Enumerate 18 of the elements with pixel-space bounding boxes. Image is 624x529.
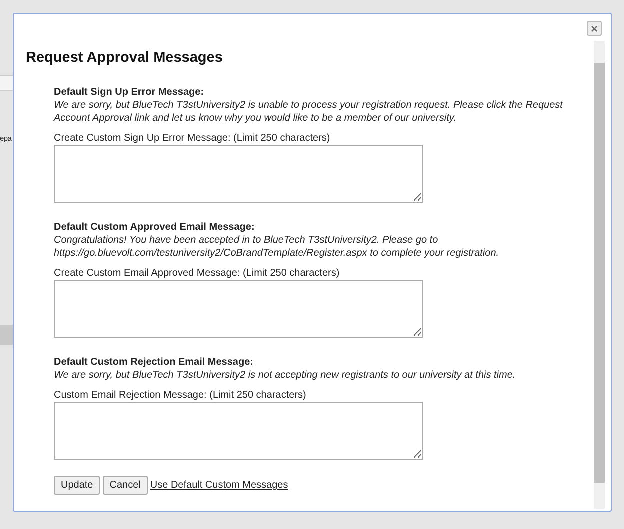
field-label: Create Custom Sign Up Error Message: (Limit 250 characters)	[54, 132, 332, 145]
dialog-title: Request Approval Messages	[26, 49, 224, 68]
default-message: We are sorry, but BlueTech T3stUniversity2 is not accepting new registrants to our university at this time.	[54, 368, 517, 382]
message-field[interactable]	[54, 280, 423, 338]
background-panel	[0, 325, 13, 345]
section-heading: Default Custom Approved Email Message:	[54, 220, 256, 234]
section-heading: Default Custom Rejection Email Message:	[54, 356, 254, 369]
default-message: We are sorry, but BlueTech T3stUniversity2 is unable to process your registration request. Please click the Request Account Approval link and let us know why you would like to be a member of our university.	[54, 98, 564, 125]
default-messages-link[interactable]: Use Default Custom Messages	[150, 478, 288, 493]
message-field[interactable]	[54, 144, 423, 203]
close-button[interactable]: ×	[587, 21, 602, 36]
field-label: Create Custom Email Approved Message: (Limit 250 characters)	[54, 266, 341, 280]
default-message: Congratulations! You have been accepted in to BlueTech T3stUniversity2. Please go to https://go.bluevolt.com/testuniversity2/CoBrandTemplate/Register.aspx to complete your registration.	[54, 234, 500, 260]
message-field[interactable]	[54, 402, 423, 460]
section-heading: Default Sign Up Error Message:	[54, 86, 206, 99]
form-button[interactable]: Cancel	[102, 476, 148, 495]
field-label: Custom Email Rejection Message: (Limit 250 characters)	[54, 388, 308, 402]
form-button[interactable]: Update	[54, 476, 100, 495]
